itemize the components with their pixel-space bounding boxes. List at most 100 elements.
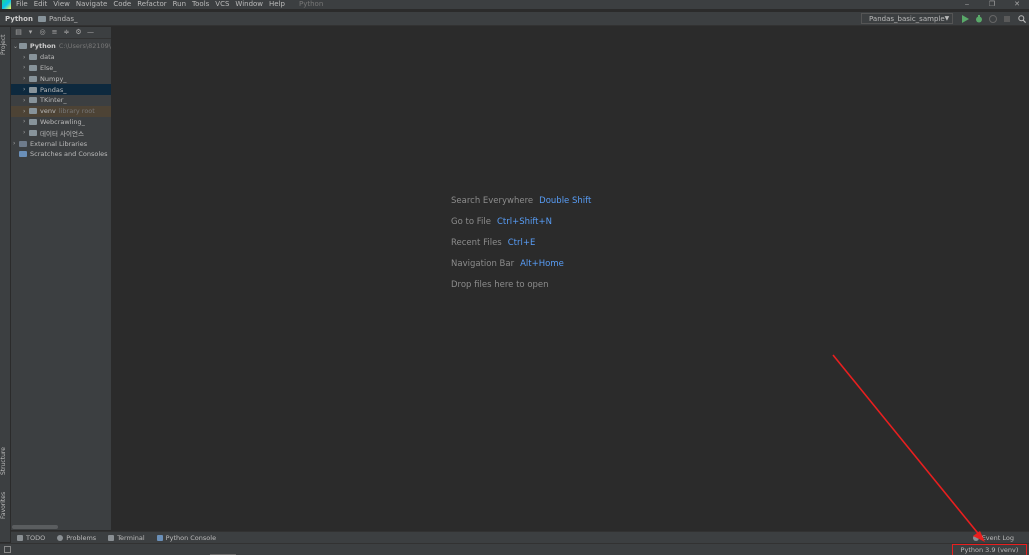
folder-icon xyxy=(29,86,37,93)
close-window-button[interactable]: ✕ xyxy=(1005,0,1029,9)
run-icon[interactable] xyxy=(961,15,969,23)
menu-window[interactable]: Window xyxy=(235,0,263,9)
tree-item-root[interactable]: ⌄ Python C:\Users\82109\ xyxy=(11,41,111,52)
breadcrumb-label: Python xyxy=(5,14,33,23)
tool-label: TODO xyxy=(26,533,46,542)
gear-icon[interactable]: ⚙ xyxy=(75,29,82,36)
breadcrumb-python[interactable]: Python xyxy=(5,15,33,23)
todo-tool-button[interactable]: TODO xyxy=(17,534,45,542)
tree-item-label: Numpy_ xyxy=(40,74,67,83)
tree-item-else[interactable]: › Else_ xyxy=(11,63,111,74)
list-icon xyxy=(17,534,23,541)
layout-toggle-icon[interactable] xyxy=(4,546,11,553)
hint-navigation-bar: Navigation Bar Alt+Home xyxy=(451,259,564,269)
library-icon xyxy=(19,140,27,147)
hint-shortcut: Alt+Home xyxy=(520,259,564,269)
project-panel-toolbar: ▤ ▾ ◎ ≡ ≑ ⚙ — xyxy=(11,27,111,39)
menu-tools[interactable]: Tools xyxy=(192,0,209,9)
library-root-hint: library root xyxy=(58,107,95,116)
event-log-label: Event Log xyxy=(981,534,1014,542)
tool-window-bar: TODO Problems Terminal Python Console Ev… xyxy=(11,531,1029,543)
run-config-label: Pandas_basic_sample xyxy=(869,14,945,23)
folder-icon xyxy=(37,15,46,22)
tree-item-label: Scratches and Consoles xyxy=(30,150,108,159)
menu-edit[interactable]: Edit xyxy=(34,0,48,9)
hint-label: Drop files here to open xyxy=(451,280,549,290)
menu-help[interactable]: Help xyxy=(269,0,285,9)
project-panel-scrollbar[interactable] xyxy=(12,525,58,529)
menu-file[interactable]: File xyxy=(16,0,28,9)
tree-item-label: data xyxy=(40,53,55,62)
tree-item-label: Pandas_ xyxy=(40,85,67,94)
interpreter-selector[interactable]: Python 3.9 (venv) xyxy=(952,544,1027,555)
tree-item-webcrawling[interactable]: › Webcrawling_ xyxy=(11,117,111,128)
maximize-button[interactable]: ❐ xyxy=(980,0,1004,9)
problems-tool-button[interactable]: Problems xyxy=(57,534,96,542)
project-tool-tab[interactable]: Project xyxy=(0,31,11,59)
folder-icon xyxy=(18,43,27,50)
folder-icon xyxy=(29,108,37,115)
menu-vcs[interactable]: VCS xyxy=(215,0,229,9)
folder-icon xyxy=(29,64,37,71)
tree-item-label: Else_ xyxy=(40,63,57,72)
tree-item-label: venv xyxy=(40,107,56,116)
tree-item-data-science[interactable]: › 데이터 사이언스 xyxy=(11,127,111,138)
python-icon xyxy=(156,534,163,541)
tool-label: Python Console xyxy=(165,533,217,542)
tree-item-venv[interactable]: › venv library root xyxy=(11,105,111,117)
tree-item-external-libraries[interactable]: › External Libraries xyxy=(11,138,111,149)
folder-icon xyxy=(29,129,37,136)
tree-item-path: C:\Users\82109\ xyxy=(58,42,111,51)
tree-item-data[interactable]: › data xyxy=(11,52,111,63)
menu-run[interactable]: Run xyxy=(173,0,186,9)
folder-icon xyxy=(29,54,37,61)
hint-label: Recent Files xyxy=(451,238,502,248)
view-mode-icon[interactable]: ▤ xyxy=(15,29,22,36)
editor-area[interactable]: Search Everywhere Double Shift Go to File… xyxy=(112,27,1029,530)
menu-view[interactable]: View xyxy=(53,0,70,9)
folder-icon xyxy=(29,75,37,82)
hint-go-to-file: Go to File Ctrl+Shift+N xyxy=(451,217,552,227)
hint-label: Navigation Bar xyxy=(451,259,515,269)
tree-item-label: TKinter_ xyxy=(40,96,67,105)
chevron-down-icon[interactable]: ▾ xyxy=(27,29,34,36)
project-tree: ⌄ Python C:\Users\82109\ › data › Else_ … xyxy=(11,41,111,160)
breadcrumb-label: Pandas_ xyxy=(48,14,78,23)
hint-shortcut: Ctrl+E xyxy=(507,238,536,248)
hint-label: Search Everywhere xyxy=(451,196,534,206)
hide-icon[interactable]: — xyxy=(87,29,94,36)
tree-item-numpy[interactable]: › Numpy_ xyxy=(11,73,111,84)
window-title: Python xyxy=(299,0,324,8)
python-console-tool-button[interactable]: Python Console xyxy=(156,533,217,542)
project-tool-window: ▤ ▾ ◎ ≡ ≑ ⚙ — ⌄ Python C:\Users\82109\ ›… xyxy=(11,27,112,530)
tool-label: Terminal xyxy=(117,533,145,542)
favorites-tool-tab[interactable]: Favorites xyxy=(0,487,11,523)
run-configuration-select[interactable]: Pandas_basic_sample ▼ xyxy=(861,13,953,24)
tree-item-tkinter[interactable]: › TKinter_ xyxy=(11,95,111,106)
structure-tool-tab[interactable]: Structure xyxy=(0,442,11,480)
tree-item-pandas[interactable]: › Pandas_ xyxy=(11,84,111,95)
hint-shortcut: Ctrl+Shift+N xyxy=(496,217,552,227)
menu-refactor[interactable]: Refactor xyxy=(137,0,166,9)
tree-item-label: Python xyxy=(29,42,56,51)
terminal-tool-button[interactable]: Terminal xyxy=(108,533,145,542)
stop-icon[interactable] xyxy=(1003,15,1011,23)
tree-item-label: 데이터 사이언스 xyxy=(40,129,84,138)
tree-item-label: External Libraries xyxy=(30,139,88,148)
tool-label: Problems xyxy=(66,533,97,542)
expand-all-icon[interactable]: ≡ xyxy=(51,29,58,36)
status-bar: Python 3.9 (venv) xyxy=(0,543,1029,555)
search-icon[interactable] xyxy=(1018,15,1026,23)
menu-navigate[interactable]: Navigate xyxy=(76,0,107,9)
menu-code[interactable]: Code xyxy=(113,0,131,9)
collapse-all-icon[interactable]: ≑ xyxy=(63,29,70,36)
debug-icon[interactable] xyxy=(975,15,983,23)
hint-search-everywhere: Search Everywhere Double Shift xyxy=(451,196,591,206)
terminal-icon xyxy=(108,534,115,541)
minimize-button[interactable]: ‒ xyxy=(955,0,979,9)
navigation-bar: Python Pandas_ Pandas_basic_sample ▼ xyxy=(0,12,1029,26)
locate-icon[interactable]: ◎ xyxy=(39,29,46,36)
breadcrumb-pandas[interactable]: Pandas_ xyxy=(37,14,78,23)
tree-item-scratches[interactable]: Scratches and Consoles xyxy=(11,149,111,160)
coverage-icon[interactable] xyxy=(989,15,997,23)
